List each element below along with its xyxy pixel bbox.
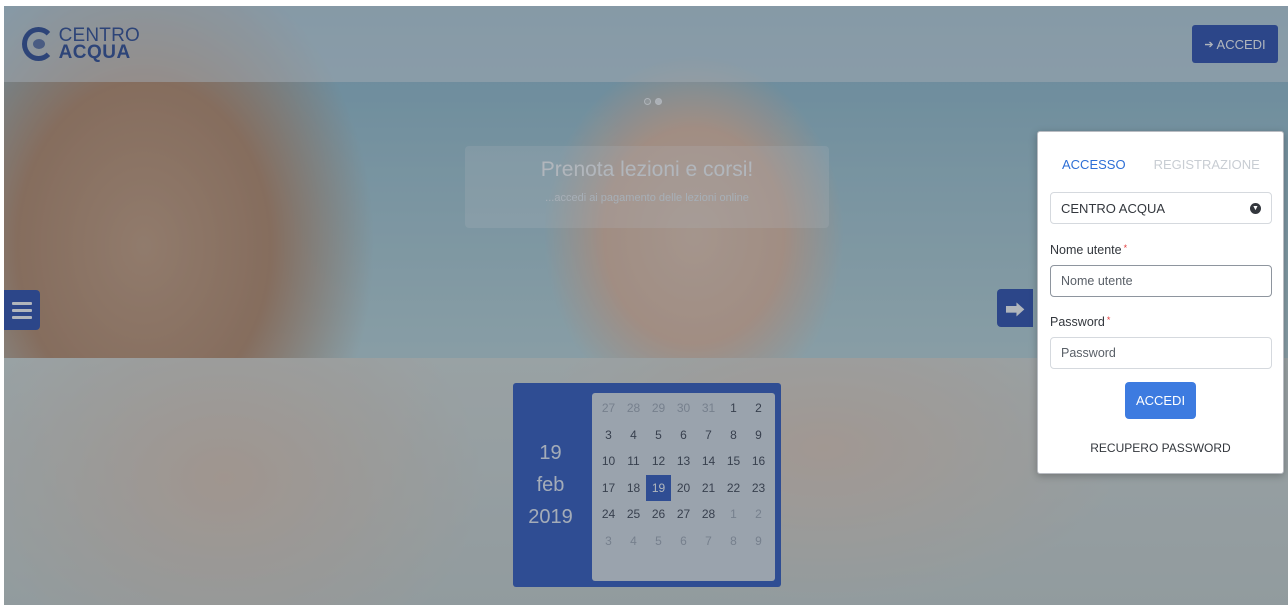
username-label-text: Nome utente	[1050, 243, 1122, 257]
login-tabs: ACCESSO REGISTRAZIONE	[1062, 157, 1260, 172]
required-mark: *	[1106, 315, 1111, 325]
username-label: Nome utente *	[1050, 243, 1127, 257]
password-label-text: Password	[1050, 315, 1105, 329]
tab-login[interactable]: ACCESSO	[1062, 157, 1126, 172]
center-select[interactable]: CENTRO ACQUA ▼	[1050, 192, 1272, 224]
login-submit-button[interactable]: ACCEDI	[1125, 382, 1196, 419]
required-mark: *	[1123, 243, 1128, 253]
recover-password-link[interactable]: RECUPERO PASSWORD	[1038, 441, 1283, 455]
center-select-value: CENTRO ACQUA	[1061, 200, 1166, 216]
login-panel: ACCESSO REGISTRAZIONE CENTRO ACQUA ▼ Nom…	[1037, 131, 1284, 474]
password-label: Password *	[1050, 315, 1110, 329]
tab-register[interactable]: REGISTRAZIONE	[1154, 157, 1260, 172]
password-field[interactable]	[1050, 337, 1272, 369]
chevron-down-icon: ▼	[1250, 202, 1261, 214]
username-field[interactable]	[1050, 265, 1272, 297]
